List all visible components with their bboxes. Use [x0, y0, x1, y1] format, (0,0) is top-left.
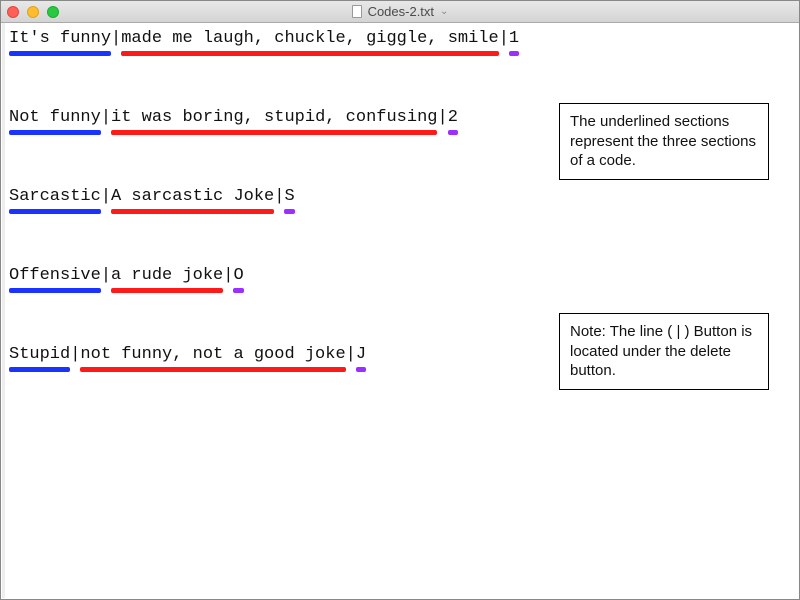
code-id-text: O [233, 266, 243, 285]
separator: | [101, 108, 111, 127]
underline-purple [448, 130, 458, 135]
chevron-down-icon: ⌄ [440, 6, 448, 17]
underline-purple [356, 367, 366, 372]
annotation-box: The underlined sections represent the th… [559, 103, 769, 180]
titlebar: Codes-2.txt ⌄ [1, 1, 799, 23]
code-label-text: Offensive [9, 266, 101, 285]
code-label-text: Not funny [9, 108, 101, 127]
underline-red [111, 130, 437, 135]
close-icon[interactable] [7, 6, 19, 18]
code-label-text: It's funny [9, 29, 111, 48]
code-label: Offensive [9, 266, 101, 285]
code-desc: a rude joke [111, 266, 223, 285]
code-desc: made me laugh, chuckle, giggle, smile [121, 29, 498, 48]
annotation-text: Note: The line ( | ) Button is located u… [570, 323, 752, 379]
underline-red [80, 367, 345, 372]
separator: | [346, 345, 356, 364]
underline-red [111, 288, 223, 293]
minimize-icon[interactable] [27, 6, 39, 18]
code-desc: it was boring, stupid, confusing [111, 108, 437, 127]
underline-red [111, 209, 274, 214]
underline-blue [9, 51, 111, 56]
code-id: O [233, 266, 243, 285]
code-desc: not funny, not a good joke [80, 345, 345, 364]
code-id-text: 1 [509, 29, 519, 48]
code-id: 1 [509, 29, 519, 48]
window-title: Codes-2.txt ⌄ [1, 4, 799, 19]
code-desc-text: a rude joke [111, 266, 223, 285]
code-id-text: 2 [448, 108, 458, 127]
underline-red [121, 51, 498, 56]
code-label-text: Stupid [9, 345, 70, 364]
separator: | [111, 29, 121, 48]
code-id: S [284, 187, 294, 206]
code-id: 2 [448, 108, 458, 127]
code-desc-text: made me laugh, chuckle, giggle, smile [121, 29, 498, 48]
code-line: Offensive | a rude joke | O [9, 266, 791, 285]
separator: | [274, 187, 284, 206]
code-label: Stupid [9, 345, 70, 364]
separator: | [437, 108, 447, 127]
code-desc-text: not funny, not a good joke [80, 345, 345, 364]
code-id-text: S [284, 187, 294, 206]
separator: | [101, 187, 111, 206]
code-desc-text: it was boring, stupid, confusing [111, 108, 437, 127]
zoom-icon[interactable] [47, 6, 59, 18]
underline-blue [9, 367, 70, 372]
annotation-box: Note: The line ( | ) Button is located u… [559, 313, 769, 390]
separator: | [101, 266, 111, 285]
code-label: It's funny [9, 29, 111, 48]
text-content[interactable]: It's funny | made me laugh, chuckle, gig… [1, 23, 799, 599]
code-id-text: J [356, 345, 366, 364]
underline-blue [9, 209, 101, 214]
filename-label: Codes-2.txt [368, 4, 434, 19]
window: Codes-2.txt ⌄ It's funny | made me laugh… [0, 0, 800, 600]
underline-purple [509, 51, 519, 56]
annotation-text: The underlined sections represent the th… [570, 113, 756, 169]
code-id: J [356, 345, 366, 364]
code-desc-text: A sarcastic Joke [111, 187, 274, 206]
traffic-lights [7, 6, 59, 18]
code-label: Not funny [9, 108, 101, 127]
code-label: Sarcastic [9, 187, 101, 206]
code-line: Sarcastic | A sarcastic Joke | S [9, 187, 791, 206]
document-icon [352, 5, 362, 18]
separator: | [223, 266, 233, 285]
separator: | [499, 29, 509, 48]
code-desc: A sarcastic Joke [111, 187, 274, 206]
underline-blue [9, 288, 101, 293]
separator: | [70, 345, 80, 364]
underline-blue [9, 130, 101, 135]
underline-purple [284, 209, 294, 214]
underline-purple [233, 288, 243, 293]
code-line: It's funny | made me laugh, chuckle, gig… [9, 29, 791, 48]
code-label-text: Sarcastic [9, 187, 101, 206]
